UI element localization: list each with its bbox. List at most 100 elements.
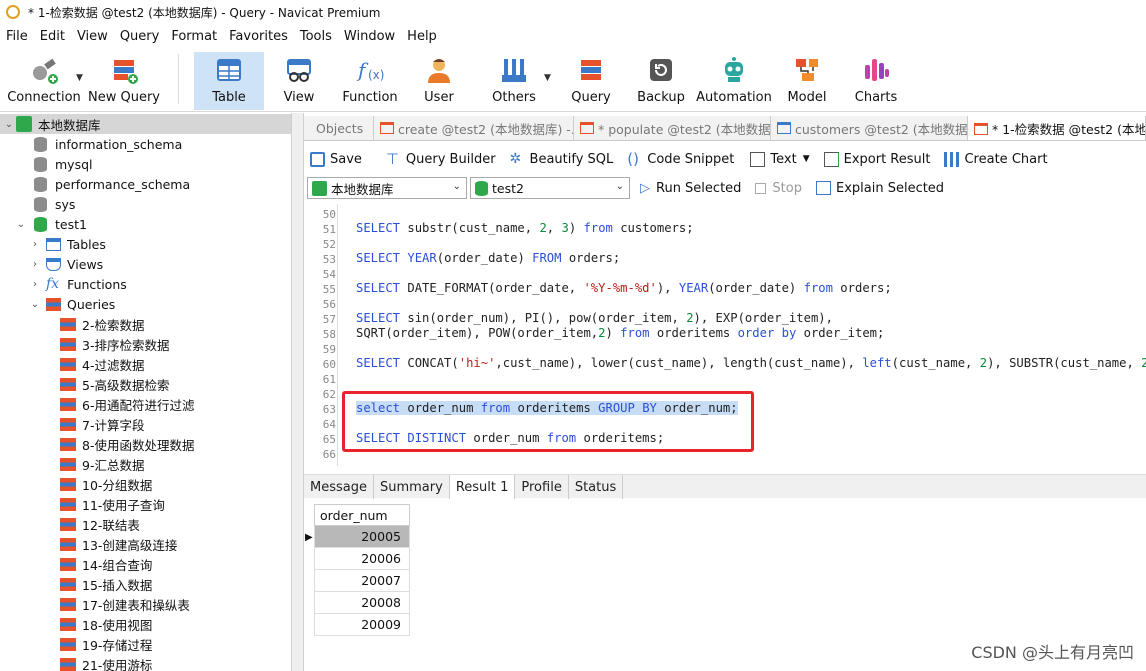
toolbar-user-button[interactable]: User [412,52,466,110]
tree-query-item[interactable]: 8-使用函数处理数据 [0,434,194,454]
tree-query-label: 18-使用视图 [82,617,153,633]
run-selected-button[interactable]: ▷ Run Selected [640,181,741,196]
panel-splitter[interactable] [292,113,304,671]
table-cell[interactable]: 20008 [314,592,410,614]
menu-file[interactable]: File [0,29,34,44]
tab-customers[interactable]: customers @test2 (本地数据... [771,116,968,140]
collapse-arrow-icon[interactable]: ⌄ [14,219,28,230]
table-cell[interactable]: 20009 [314,614,410,636]
toolbar-connection-label: Connection [7,90,81,105]
tree-query-item[interactable]: 14-组合查询 [0,554,152,574]
menu-query[interactable]: Query [114,29,166,44]
tree-query-item[interactable]: 2-检索数据 [0,314,144,334]
tree-query-item[interactable]: 13-创建高级连接 [0,534,177,554]
menu-window[interactable]: Window [338,29,401,44]
query-icon [60,377,76,391]
toolbar-table-button[interactable]: Table [194,52,264,110]
menu-tools[interactable]: Tools [294,29,338,44]
tab-summary[interactable]: Summary [374,475,450,499]
tree-query-item[interactable]: 15-插入数据 [0,574,152,594]
toolbar-others-button[interactable]: Others [484,52,544,110]
menu-help[interactable]: Help [401,29,443,44]
table-cell[interactable]: 20005 [314,526,410,548]
database-select[interactable]: test2 ⌄ [470,177,630,199]
save-button[interactable]: Save [310,151,362,167]
menu-view[interactable]: View [71,29,114,44]
tree-query-item[interactable]: 21-使用游标 [0,654,152,671]
tree-query-item[interactable]: 11-使用子查询 [0,494,165,514]
menu-edit[interactable]: Edit [34,29,71,44]
toolbar-model-button[interactable]: Model [782,52,832,110]
create-chart-button[interactable]: Create Chart [944,151,1048,167]
tree-group-tables[interactable]: › Tables [0,234,106,254]
connection-select[interactable]: 本地数据库 ⌄ [307,177,467,199]
tree-query-item[interactable]: 17-创建表和操纵表 [0,594,190,614]
tab-objects[interactable]: Objects [304,116,374,140]
tree-query-item[interactable]: 7-计算字段 [0,414,144,434]
expand-arrow-icon[interactable]: › [28,259,42,270]
toolbar-function-button[interactable]: f (x) Function [338,52,402,110]
tab-message[interactable]: Message [304,475,374,499]
tab-result-1[interactable]: Result 1 [449,475,516,499]
tree-group-functions[interactable]: › fx Functions [0,274,127,294]
tree-query-item[interactable]: 6-用通配符进行过滤 [0,394,194,414]
tree-db-item[interactable]: sys [0,194,75,214]
tree-query-item[interactable]: 12-联结表 [0,514,140,534]
tab-profile[interactable]: Profile [515,475,569,499]
tab-current-query[interactable]: * 1-检索数据 @test2 (本地数据 [968,116,1146,140]
connection-dropdown-arrow[interactable]: ▼ [76,73,83,83]
code-line: SQRT(order_item), POW(order_item,2) from… [356,326,885,340]
tree-query-item[interactable]: 5-高级数据检索 [0,374,169,394]
collapse-arrow-icon[interactable]: ⌄ [28,299,42,310]
toolbar-connection-button[interactable]: Connection [6,52,82,110]
backup-icon [646,55,676,85]
others-dropdown-arrow[interactable]: ▼ [544,73,551,83]
tree-db-item[interactable]: information_schema [0,134,182,154]
column-header-order-num[interactable]: order_num [314,504,410,526]
toolbar-new-query-button[interactable]: New Query [88,52,160,110]
tree-group-views[interactable]: › Views [0,254,103,274]
tab-status[interactable]: Status [569,475,624,499]
explain-selected-button[interactable]: Explain Selected [815,181,944,196]
toolbar-automation-button[interactable]: Automation [696,52,772,110]
query-builder-button[interactable]: ⊤ Query Builder [386,151,496,167]
query-icon [60,317,76,331]
tree-query-item[interactable]: 18-使用视图 [0,614,152,634]
beautify-sql-button[interactable]: ✲ Beautify SQL [510,151,614,167]
stop-button[interactable]: Stop [755,181,802,196]
query-icon [580,122,594,134]
text-label: Text [770,151,797,167]
table-cell[interactable]: 20006 [314,548,410,570]
table-cell[interactable]: 20007 [314,570,410,592]
toolbar-query-button[interactable]: Query [564,52,618,110]
expand-arrow-icon[interactable]: › [28,239,42,250]
tree-db-item[interactable]: ⌄ test1 [0,214,87,234]
tree-db-item[interactable]: mysql [0,154,93,174]
tree-query-item[interactable]: 10-分组数据 [0,474,152,494]
tab-create[interactable]: create @test2 (本地数据库) -... [374,116,574,140]
line-number: 58 [322,328,336,341]
tree-query-item[interactable]: 3-排序检索数据 [0,334,169,354]
export-result-button[interactable]: Export Result [823,151,930,167]
menu-format[interactable]: Format [165,29,223,44]
toolbar-charts-button[interactable]: Charts [850,52,902,110]
tree-db-item[interactable]: performance_schema [0,174,190,194]
collapse-arrow-icon[interactable]: ⌄ [2,119,16,130]
create-chart-label: Create Chart [964,151,1048,167]
tree-query-item[interactable]: 9-汇总数据 [0,454,144,474]
menu-favorites[interactable]: Favorites [223,29,294,44]
toolbar-view-button[interactable]: View [268,52,330,110]
stop-label: Stop [772,180,802,196]
query-icon [60,657,76,671]
text-dropdown-button[interactable]: Text ▼ [750,151,810,167]
tab-populate[interactable]: * populate @test2 (本地数据... [574,116,771,140]
tree-query-item[interactable]: 4-过滤数据 [0,354,144,374]
tree-query-item[interactable]: 19-存储过程 [0,634,152,654]
line-number: 64 [322,418,336,431]
toolbar-backup-button[interactable]: Backup [632,52,690,110]
tree-connection-item[interactable]: ⌄ 本地数据库 [0,114,291,134]
expand-arrow-icon[interactable]: › [28,279,42,290]
tree-query-label: 12-联结表 [82,517,140,533]
tree-group-queries[interactable]: ⌄ Queries [0,294,115,314]
code-snippet-button[interactable]: () Code Snippet [627,151,734,167]
